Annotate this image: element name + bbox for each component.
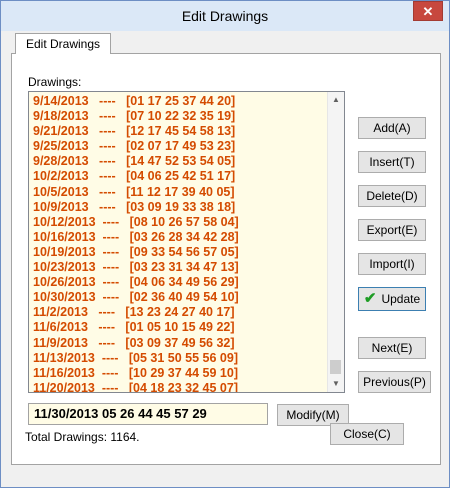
drawing-row[interactable]: 11/16/2013 ---- [10 29 37 44 59 10] — [29, 366, 329, 381]
drawing-row[interactable]: 10/5/2013 ---- [11 12 17 39 40 05] — [29, 185, 329, 200]
next-button[interactable]: Next(E) — [358, 337, 426, 359]
title-bar: Edit Drawings ✕ — [1, 1, 449, 31]
drawings-list[interactable]: 9/14/2013 ---- [01 17 25 37 44 20] 9/18/2… — [28, 91, 345, 393]
drawing-row[interactable]: 9/18/2013 ---- [07 10 22 32 35 19] — [29, 109, 329, 124]
drawing-row[interactable]: 11/20/2013 ---- [04 18 23 32 45 07] — [29, 381, 329, 392]
export-button[interactable]: Export(E) — [358, 219, 426, 241]
drawing-row[interactable]: 10/9/2013 ---- [03 09 19 33 38 18] — [29, 200, 329, 215]
drawing-row[interactable]: 11/9/2013 ---- [03 09 37 49 56 32] — [29, 336, 329, 351]
scroll-up-icon[interactable]: ▲ — [328, 92, 344, 108]
add-button[interactable]: Add(A) — [358, 117, 426, 139]
insert-button[interactable]: Insert(T) — [358, 151, 426, 173]
drawing-row[interactable]: 11/2/2013 ---- [13 23 24 27 40 17] — [29, 305, 329, 320]
drawing-row[interactable]: 10/30/2013 ---- [02 36 40 49 54 10] — [29, 290, 329, 305]
drawing-row[interactable]: 10/19/2013 ---- [09 33 54 56 57 05] — [29, 245, 329, 260]
previous-button[interactable]: Previous(P) — [358, 371, 431, 393]
drawing-row[interactable]: 9/14/2013 ---- [01 17 25 37 44 20] — [29, 94, 329, 109]
tab-edit-drawings[interactable]: Edit Drawings — [15, 33, 111, 54]
checkmark-icon: ✔ — [363, 290, 377, 307]
drawings-label: Drawings: — [28, 75, 82, 89]
drawing-row[interactable]: 9/25/2013 ---- [02 07 17 49 53 23] — [29, 139, 329, 154]
delete-button[interactable]: Delete(D) — [358, 185, 426, 207]
drawing-row[interactable]: 10/12/2013 ---- [08 10 26 57 58 04] — [29, 215, 329, 230]
edit-drawings-window: Edit Drawings ✕ Edit Drawings Drawings: … — [0, 0, 450, 488]
total-drawings-text: Total Drawings: 1164. — [25, 430, 140, 444]
drawing-row[interactable]: 11/13/2013 ---- [05 31 50 55 56 09] — [29, 351, 329, 366]
drawing-row[interactable]: 10/26/2013 ---- [04 06 34 49 56 29] — [29, 275, 329, 290]
scroll-thumb[interactable] — [330, 360, 341, 374]
close-window-icon[interactable]: ✕ — [413, 1, 443, 21]
drawing-row[interactable]: 10/16/2013 ---- [03 26 28 34 42 28] — [29, 230, 329, 245]
drawing-row[interactable]: 10/23/2013 ---- [03 23 31 34 47 13] — [29, 260, 329, 275]
import-button[interactable]: Import(I) — [358, 253, 426, 275]
drawings-rows: 9/14/2013 ---- [01 17 25 37 44 20] 9/18/2… — [29, 94, 329, 392]
drawing-row[interactable]: 11/6/2013 ---- [01 05 10 15 49 22] — [29, 320, 329, 335]
drawing-row[interactable]: 10/2/2013 ---- [04 06 25 42 51 17] — [29, 169, 329, 184]
drawing-row[interactable]: 9/21/2013 ---- [12 17 45 54 58 13] — [29, 124, 329, 139]
list-scrollbar[interactable]: ▲ ▼ — [327, 92, 344, 392]
update-button-label: Update — [381, 292, 421, 306]
update-button[interactable]: ✔ Update — [358, 287, 426, 311]
scroll-down-icon[interactable]: ▼ — [328, 376, 344, 392]
window-title: Edit Drawings — [181, 8, 269, 24]
drawing-entry-field[interactable]: 11/30/2013 05 26 44 45 57 29 — [28, 403, 268, 425]
close-button[interactable]: Close(C) — [330, 423, 404, 445]
drawing-row[interactable]: 9/28/2013 ---- [14 47 52 53 54 05] — [29, 154, 329, 169]
